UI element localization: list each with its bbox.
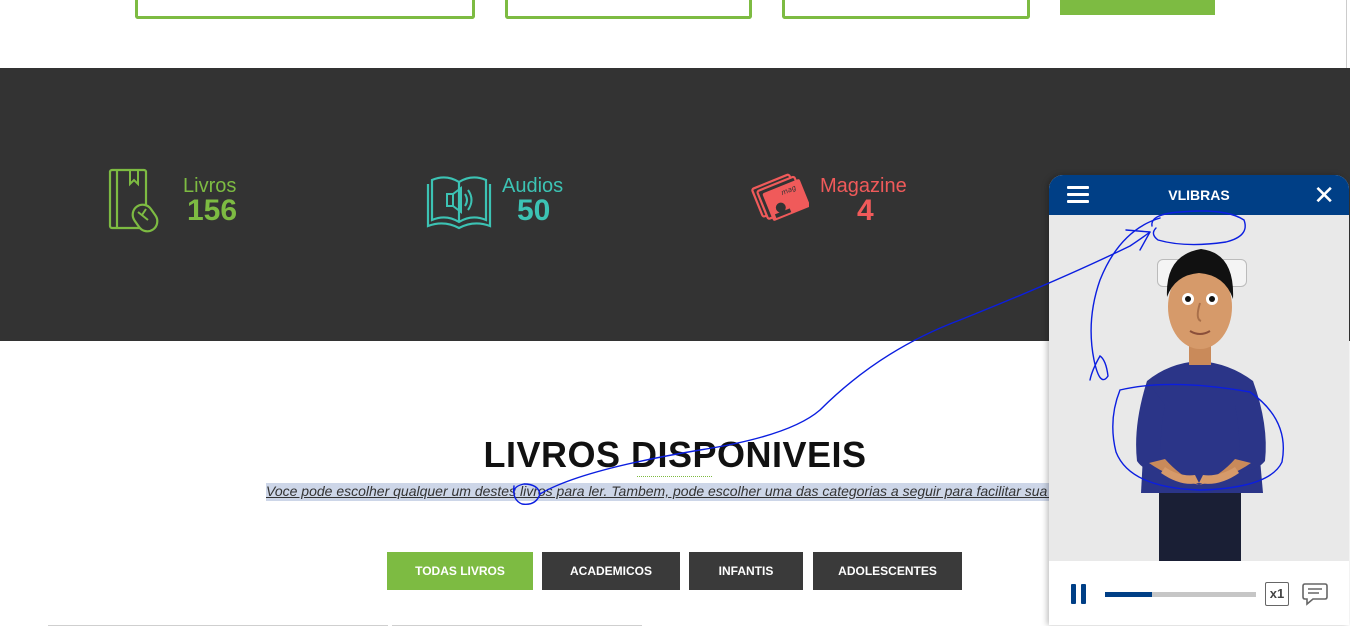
vlibras-title: VLIBRAS <box>1168 187 1230 203</box>
stat-value: 156 <box>187 194 238 227</box>
subtitles-icon[interactable] <box>1301 581 1329 607</box>
book-mouse-icon <box>108 168 159 233</box>
progress-fill <box>1105 592 1152 597</box>
pause-icon[interactable] <box>1071 584 1087 604</box>
vlibras-panel: VLIBRAS ✕ LIVRO <box>1049 175 1349 625</box>
vlibras-controls: x1 <box>1049 561 1349 625</box>
stat-value: 50 <box>517 194 551 227</box>
filter-todas-livros[interactable]: TODAS LIVROS <box>387 552 533 590</box>
stat-value: 4 <box>857 194 874 227</box>
page-edge-divider <box>1346 0 1347 68</box>
vlibras-header: VLIBRAS ✕ <box>1049 175 1349 215</box>
menu-icon[interactable] <box>1067 186 1089 204</box>
top-card-1 <box>135 0 475 19</box>
vlibras-avatar-stage: LIVRO <box>1049 215 1349 561</box>
audio-book-icon <box>426 176 492 230</box>
filter-adolescentes[interactable]: ADOLESCENTES <box>813 552 962 590</box>
top-card-3 <box>782 0 1030 19</box>
stat-magazine: mag Magazine 4 <box>747 168 927 238</box>
stat-audios: Audios 50 <box>426 168 576 238</box>
avatar <box>1136 249 1266 561</box>
top-card-2 <box>505 0 752 19</box>
stat-livros: Livros 156 <box>108 168 258 238</box>
section-subtitle: Voce pode escolher qualquer um destes li… <box>266 483 1050 501</box>
top-green-button[interactable] <box>1060 0 1215 15</box>
filter-academicos[interactable]: ACADEMICOS <box>542 552 680 590</box>
title-underline <box>637 476 712 478</box>
filter-infantis[interactable]: INFANTIS <box>689 552 803 590</box>
magazine-icon: mag <box>751 173 809 221</box>
progress-bar[interactable] <box>1105 592 1256 597</box>
close-icon[interactable]: ✕ <box>1313 181 1335 209</box>
speed-button[interactable]: x1 <box>1265 582 1289 606</box>
